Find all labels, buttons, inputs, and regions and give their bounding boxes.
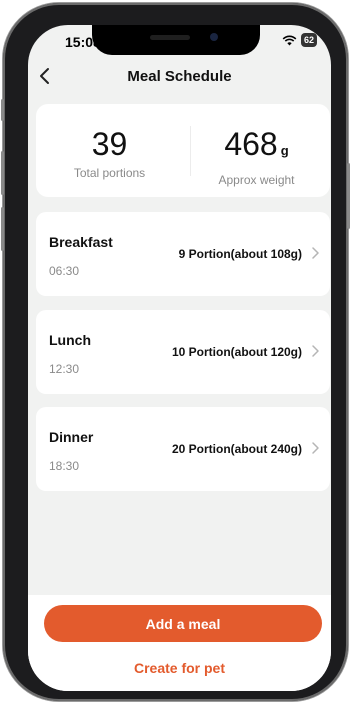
weight-unit: g	[280, 143, 289, 158]
meal-time: 18:30	[49, 459, 80, 473]
bottom-action-bar: Add a meal Create for pet	[28, 595, 331, 691]
approx-weight-value: 468	[224, 126, 278, 162]
total-portions-value: 39	[91, 126, 128, 162]
meal-name: Dinner	[49, 429, 94, 445]
power-button	[347, 163, 350, 229]
notch	[92, 25, 260, 55]
meal-name: Lunch	[49, 332, 91, 348]
meal-portion: 10 Portion(about 120g)	[171, 345, 302, 359]
meal-card-lunch[interactable]: Lunch 12:30 10 Portion(about 120g)	[36, 310, 330, 394]
camera	[210, 33, 218, 41]
portions-stat: 39 Total portions	[36, 126, 183, 180]
weight-value-row: 468 g	[183, 126, 330, 169]
summary-card: 39 Total portions 468 g Approx weight	[36, 104, 330, 197]
meal-name: Breakfast	[49, 234, 113, 250]
add-meal-button[interactable]: Add a meal	[44, 605, 322, 642]
weight-stat: 468 g Approx weight	[183, 126, 330, 187]
chevron-right-icon	[312, 442, 319, 454]
page-title: Meal Schedule	[127, 68, 232, 85]
phone-frame: 15:08 62 Meal Schedule 39 Total portions	[1, 3, 350, 701]
wifi-icon	[282, 35, 297, 45]
mute-switch	[1, 99, 4, 121]
app-screen: 15:08 62 Meal Schedule 39 Total portions	[28, 25, 331, 691]
create-for-pet-link[interactable]: Create for pet	[28, 660, 331, 676]
total-portions-label: Total portions	[73, 166, 146, 180]
chevron-right-icon	[312, 247, 319, 259]
volume-down-button	[1, 207, 4, 251]
nav-bar: Meal Schedule	[28, 63, 331, 91]
meal-portion: 9 Portion(about 108g)	[178, 247, 302, 261]
meal-time: 06:30	[49, 264, 80, 278]
chevron-right-icon	[312, 345, 319, 357]
status-icons: 62	[282, 33, 317, 47]
battery-icon: 62	[300, 33, 317, 47]
meal-time: 12:30	[49, 362, 80, 376]
speaker	[150, 35, 190, 40]
meal-card-dinner[interactable]: Dinner 18:30 20 Portion(about 240g)	[36, 407, 330, 491]
meal-portion: 20 Portion(about 240g)	[171, 442, 302, 456]
meal-card-breakfast[interactable]: Breakfast 06:30 9 Portion(about 108g)	[36, 212, 330, 296]
approx-weight-label: Approx weight	[218, 173, 295, 187]
volume-up-button	[1, 151, 4, 195]
